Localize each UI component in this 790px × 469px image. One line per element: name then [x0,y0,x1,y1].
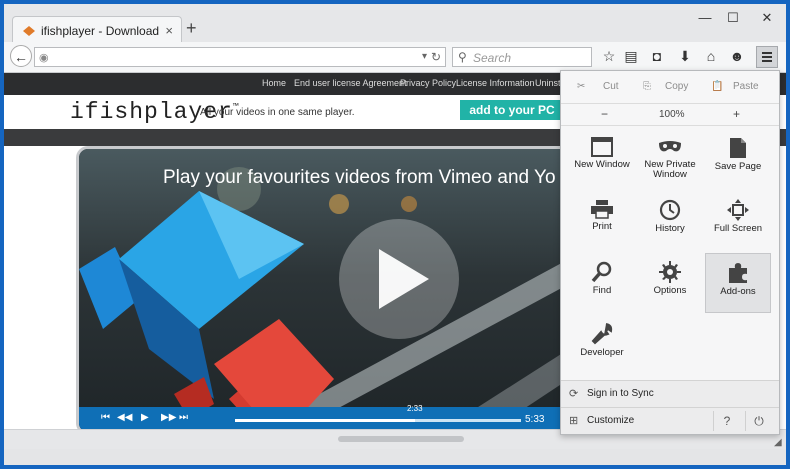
sync-icon: ⟳ [569,388,579,400]
title-bar: ifishplayer - Download × + — ☐ ✕ [4,4,786,44]
zoom-in-button[interactable]: + [733,107,740,121]
menu-label: New Private Window [644,159,696,180]
search-icon: ⚲ [458,50,467,64]
history-item[interactable]: History [637,191,703,251]
cut-button[interactable]: Cut [603,81,619,92]
menu-label: New Window [574,159,630,170]
new-window-item[interactable]: New Window [569,129,635,189]
menu-label: History [655,223,685,234]
nav-license[interactable]: License Information [456,78,535,88]
customize-row: ⊞ Customize ? ⏻ [561,407,779,434]
customize-button[interactable]: Customize [587,415,634,426]
video-thumbnail [79,149,569,429]
nav-privacy[interactable]: Privacy Policy [400,78,456,88]
add-to-pc-button[interactable]: add to your PC [460,100,564,120]
url-dropdown-icon[interactable]: ▾ [422,51,427,62]
private-mask-icon [659,141,681,152]
zoom-controls: − 100% + [561,103,779,126]
print-icon [591,200,613,219]
tab-title: ifishplayer - Download [41,23,160,38]
downloads-icon[interactable]: ⬇ [674,48,696,65]
reload-icon[interactable]: ↻ [431,50,441,64]
fullscreen-icon [727,199,749,221]
open-menu-button[interactable] [756,46,778,68]
copy-button[interactable]: Copy [665,81,688,92]
nav-uninstall[interactable]: Uninst [535,78,561,88]
site-tagline: All your videos in one same player. [200,107,355,118]
find-magnifier-icon [591,261,612,283]
nav-eula[interactable]: End user license Agreement [294,78,407,88]
browser-tab[interactable]: ifishplayer - Download × [12,16,182,44]
new-tab-button[interactable]: + [186,18,197,39]
tab-close-icon[interactable]: × [165,23,173,38]
duration: 5:33 [525,414,545,425]
paste-icon: 📋 [711,81,724,92]
options-gear-icon [659,261,681,283]
search-placeholder: Search [473,51,512,65]
seek-bar-fill [235,419,416,422]
addons-item[interactable]: Add-ons [705,253,771,313]
new-private-window-item[interactable]: New Private Window [637,129,703,189]
navigation-toolbar: ← ◉ ▾ ↻ ⚲ Search ☆ ▤ ◘ ⬇ ⌂ ☻ [4,42,786,73]
quit-power-icon[interactable]: ⏻ [745,411,772,431]
menu-label: Add-ons [720,286,756,297]
sign-in-label: Sign in to Sync [587,388,654,399]
zoom-reset-button[interactable]: 100% [659,109,685,120]
current-time: 2:33 [407,404,423,413]
customize-icon: ⊞ [569,415,579,427]
close-window-button[interactable]: ✕ [756,10,778,26]
save-page-icon [730,138,746,158]
menu-label: Save Page [714,161,762,172]
developer-item[interactable]: Developer [569,315,635,375]
nav-home[interactable]: Home [262,78,286,88]
addons-puzzle-icon [729,263,747,283]
menu-label: Find [592,285,612,296]
new-window-icon [591,137,613,157]
player-controls: ⏮ ◀◀ ▶ ▶▶ ⏭ 2:33 5:33 [79,404,569,429]
sign-in-to-sync-button[interactable]: ⟳ Sign in to Sync [561,380,779,407]
history-clock-icon [659,199,681,221]
bookmark-star-icon[interactable]: ☆ [598,48,620,65]
ifishplayer-favicon [23,25,35,36]
help-icon[interactable]: ? [713,411,740,431]
seek-bar[interactable] [235,419,521,422]
minimize-button[interactable]: — [694,10,716,25]
player-headline: Play your favourites videos from Vimeo a… [163,167,556,188]
hello-chat-icon[interactable]: ☻ [726,48,748,64]
full-screen-item[interactable]: Full Screen [705,191,771,251]
search-input[interactable]: ⚲ Search [452,47,592,67]
site-identity-icon[interactable]: ◉ [39,51,49,64]
browser-window: ifishplayer - Download × + — ☐ ✕ ← ◉ ▾ ↻… [4,4,786,465]
edit-controls: ✂ Cut ⎘ Copy 📋 Paste [561,71,779,104]
pocket-icon[interactable]: ◘ [646,48,668,64]
menu-label: Print [592,221,612,232]
copy-icon: ⎘ [643,81,651,92]
play-icon[interactable]: ▶ [141,412,149,423]
developer-wrench-icon [591,323,613,345]
fast-forward-icon[interactable]: ▶▶ [161,412,176,423]
print-item[interactable]: Print [569,191,635,251]
cut-icon: ✂ [577,81,586,92]
options-item[interactable]: Options [637,253,703,313]
video-player[interactable]: Play your favourites videos from Vimeo a… [76,146,572,429]
scrollbar-thumb[interactable] [338,436,464,442]
maximize-button[interactable]: ☐ [722,10,744,26]
zoom-out-button[interactable]: − [601,107,608,121]
menu-label: Options [653,285,687,296]
skip-start-icon[interactable]: ⏮ [101,412,110,423]
menu-label: Full Screen [713,223,763,234]
save-page-item[interactable]: Save Page [705,129,771,189]
home-icon[interactable]: ⌂ [700,48,722,64]
rewind-icon[interactable]: ◀◀ [117,412,132,423]
url-bar[interactable]: ◉ ▾ ↻ [34,47,446,67]
reading-list-icon[interactable]: ▤ [620,48,642,65]
paste-button[interactable]: Paste [733,81,759,92]
skip-end-icon[interactable]: ⏭ [179,412,188,423]
firefox-menu-panel: ✂ Cut ⎘ Copy 📋 Paste − 100% + New Window… [560,70,780,435]
back-button[interactable]: ← [10,45,32,67]
find-item[interactable]: Find [569,253,635,313]
resize-grip-icon[interactable]: ◢ [774,437,782,448]
status-bar [4,449,786,465]
menu-label: Developer [580,347,624,358]
